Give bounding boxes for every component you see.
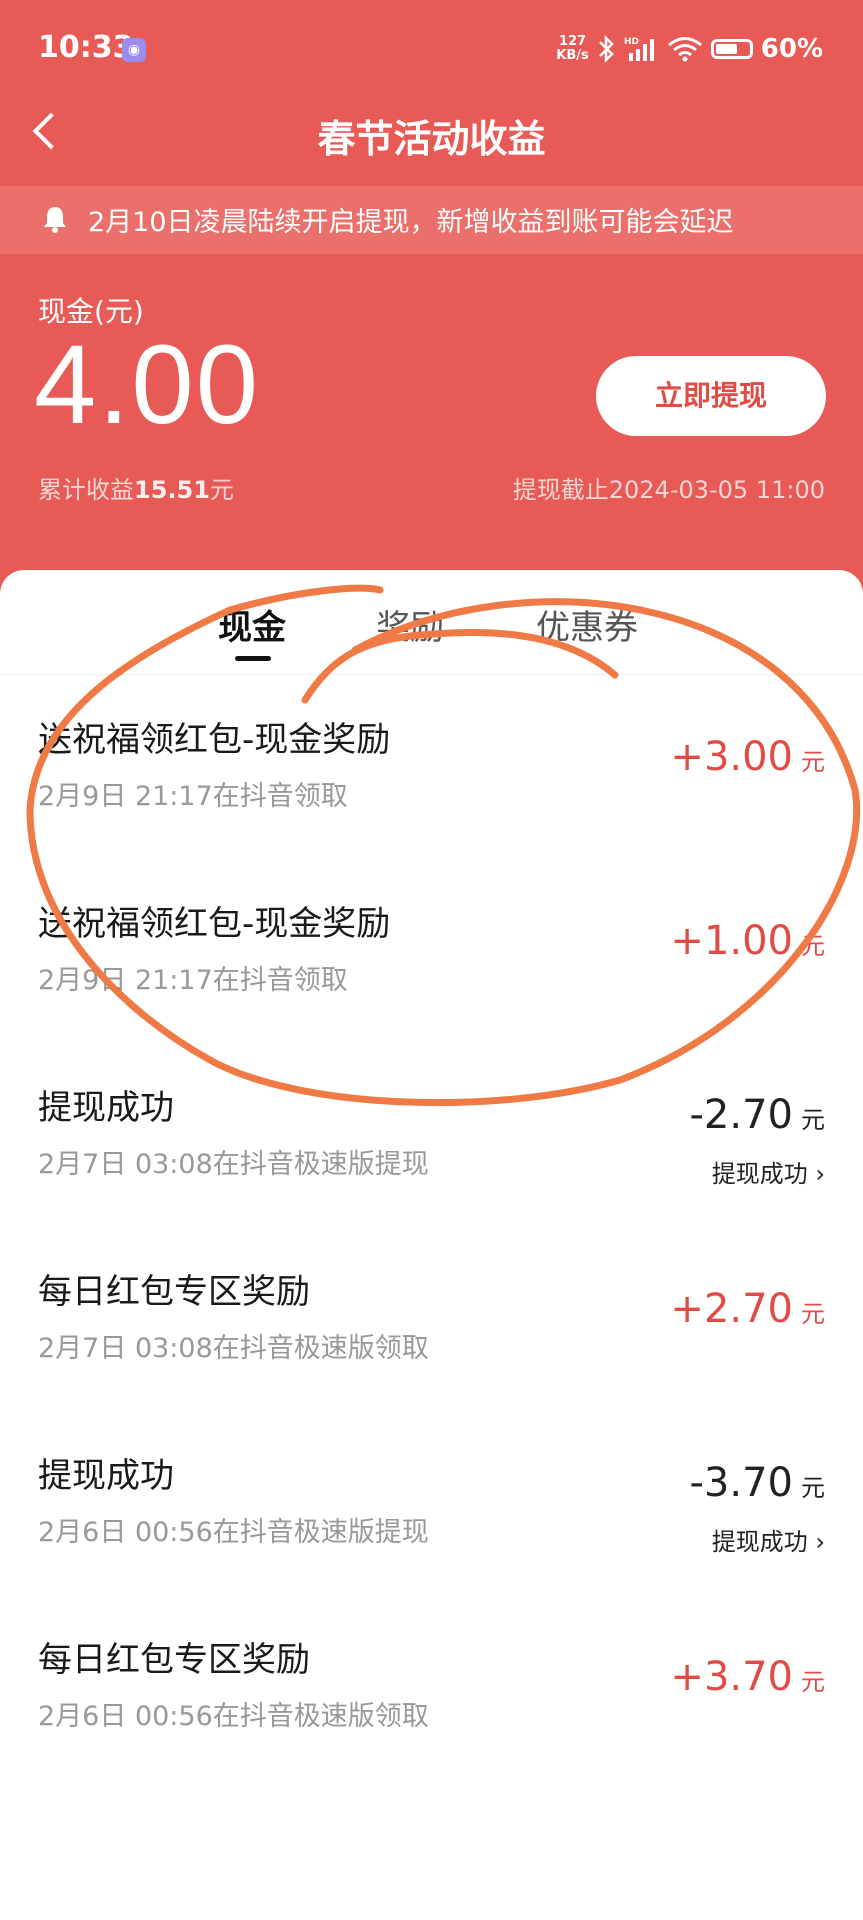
tab-bar: 现金 奖励 优惠券 — [0, 570, 863, 675]
net-speed: 127 KB/s — [556, 34, 589, 63]
bell-icon — [44, 207, 66, 233]
battery-icon — [710, 39, 753, 59]
records-panel: 现金 奖励 优惠券 送祝福领红包-现金奖励 2月9日 21:17在抖音领取 +3… — [0, 570, 863, 1920]
cellular-signal-icon: HD — [624, 37, 654, 61]
total-earnings: 累计收益15.51元 — [38, 476, 234, 504]
transaction-row[interactable]: 送祝福领红包-现金奖励 2月9日 21:17在抖音领取 +3.00 元 — [0, 674, 863, 858]
transaction-amount: +2.70 元 — [670, 1286, 825, 1332]
transaction-title: 每日红包专区奖励 — [38, 1272, 310, 1312]
withdraw-now-button[interactable]: 立即提现 — [596, 356, 826, 436]
withdraw-status-link[interactable]: 提现成功 › — [712, 1154, 825, 1189]
chevron-right-icon: › — [815, 1528, 825, 1556]
bluetooth-icon — [598, 35, 614, 63]
svg-text:HD: HD — [624, 37, 639, 47]
tab-coupons[interactable]: 优惠券 — [536, 600, 638, 649]
transaction-subtitle: 2月7日 03:08在抖音极速版提现 — [38, 1149, 429, 1180]
transaction-row[interactable]: 每日红包专区奖励 2月6日 00:56在抖音极速版领取 +3.70 元 — [0, 1594, 863, 1778]
transaction-amount: +3.70 元 — [670, 1654, 825, 1700]
transaction-title: 每日红包专区奖励 — [38, 1640, 310, 1680]
withdraw-status-link[interactable]: 提现成功 › — [712, 1522, 825, 1557]
transaction-title: 提现成功 — [38, 1456, 174, 1496]
transaction-row[interactable]: 提现成功 2月6日 00:56在抖音极速版提现 -3.70 元 提现成功 › — [0, 1410, 863, 1594]
cash-amount: 4.00 — [34, 322, 260, 447]
notice-text: 2月10日凌晨陆续开启提现，新增收益到账可能会延迟 — [88, 207, 734, 238]
page-title: 春节活动收益 — [317, 117, 546, 161]
transaction-amount: -3.70 元 — [689, 1460, 826, 1506]
status-time: 10:33 — [38, 30, 134, 65]
transaction-amount: +1.00 元 — [670, 918, 825, 964]
transaction-subtitle: 2月9日 21:17在抖音领取 — [38, 965, 348, 996]
transaction-title: 送祝福领红包-现金奖励 — [38, 904, 391, 944]
tab-cash[interactable]: 现金 — [218, 600, 286, 649]
transaction-subtitle: 2月6日 00:56在抖音极速版提现 — [38, 1517, 429, 1548]
transaction-row[interactable]: 送祝福领红包-现金奖励 2月9日 21:17在抖音领取 +1.00 元 — [0, 858, 863, 1042]
notice-banner: 2月10日凌晨陆续开启提现，新增收益到账可能会延迟 — [0, 186, 863, 254]
withdraw-deadline: 提现截止2024-03-05 11:00 — [512, 476, 825, 504]
transaction-row[interactable]: 每日红包专区奖励 2月7日 03:08在抖音极速版领取 +2.70 元 — [0, 1226, 863, 1410]
tab-rewards[interactable]: 奖励 — [376, 600, 444, 649]
status-bar: 10:33 ◉ 127 KB/s HD 60% — [0, 0, 863, 100]
transaction-amount: -2.70 元 — [689, 1092, 826, 1138]
transaction-amount: +3.00 元 — [670, 734, 825, 780]
battery-percent: 60% — [760, 34, 823, 64]
transaction-subtitle: 2月6日 00:56在抖音极速版领取 — [38, 1701, 429, 1732]
transaction-title: 送祝福领红包-现金奖励 — [38, 720, 391, 760]
transaction-subtitle: 2月7日 03:08在抖音极速版领取 — [38, 1333, 429, 1364]
wifi-icon — [667, 37, 702, 62]
transaction-subtitle: 2月9日 21:17在抖音领取 — [38, 781, 348, 812]
active-tab-indicator — [235, 656, 271, 661]
chevron-right-icon: › — [815, 1160, 825, 1188]
app-notification-icon: ◉ — [122, 38, 146, 62]
transaction-row[interactable]: 提现成功 2月7日 03:08在抖音极速版提现 -2.70 元 提现成功 › — [0, 1042, 863, 1226]
transaction-title: 提现成功 — [38, 1088, 174, 1128]
status-indicators: 127 KB/s HD 60% — [556, 34, 823, 64]
